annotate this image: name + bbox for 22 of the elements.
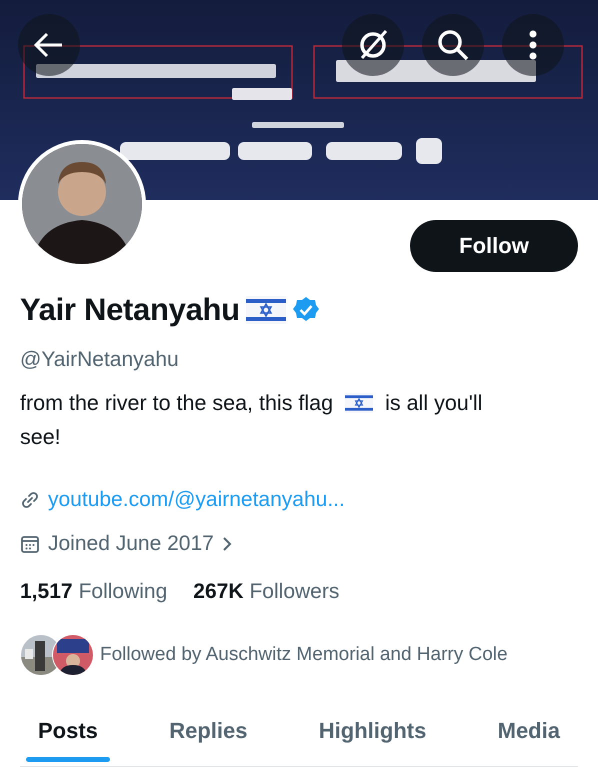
profile-name: Yair Netanyahu bbox=[20, 292, 240, 328]
more-icon bbox=[529, 30, 537, 60]
bio-text: is all you'll bbox=[385, 390, 482, 417]
profile-tab[interactable]: Posts bbox=[20, 704, 116, 766]
profile-tab[interactable]: Media bbox=[480, 704, 578, 766]
stat-link[interactable]: 1,517 Following bbox=[20, 580, 168, 604]
stat-link[interactable]: 267K Followers bbox=[193, 580, 340, 604]
profile-tab[interactable]: Replies bbox=[151, 704, 266, 766]
chevron-right-icon bbox=[222, 536, 232, 552]
follow-button[interactable]: Follow bbox=[410, 220, 578, 272]
bio-text: see! bbox=[20, 424, 61, 451]
profile-tab[interactable]: Highlights bbox=[300, 704, 444, 766]
joined-date: Joined June 2017 bbox=[48, 532, 214, 556]
followed-by-text: Followed by Auschwitz Memorial and Harry Cole bbox=[100, 644, 508, 666]
search-icon bbox=[436, 28, 470, 62]
calendar-icon bbox=[20, 534, 40, 554]
back-arrow-icon bbox=[34, 32, 64, 58]
flag-icon bbox=[246, 296, 286, 324]
bio-text: from the river to the sea, this flag bbox=[20, 390, 334, 417]
profile-handle: @YairNetanyahu bbox=[20, 348, 180, 372]
flag-icon bbox=[345, 393, 374, 413]
link-icon bbox=[20, 490, 40, 510]
